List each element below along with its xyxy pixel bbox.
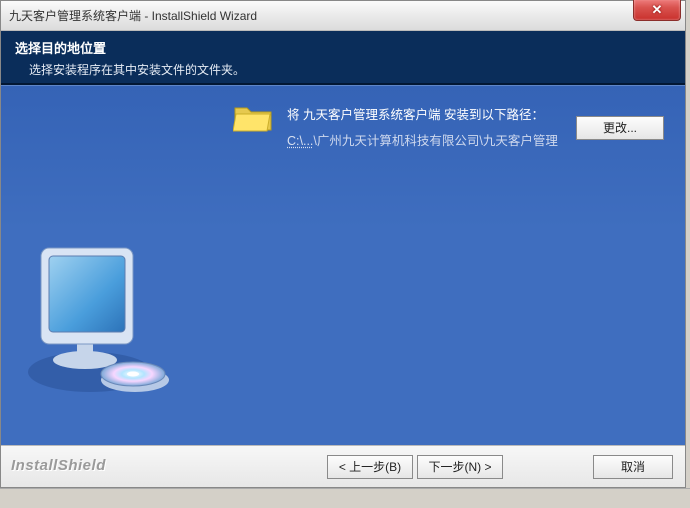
cancel-button[interactable]: 取消 <box>593 455 673 479</box>
title-bar: 九天客户管理系统客户端 - InstallShield Wizard ✕ <box>1 1 685 31</box>
change-path-button[interactable]: 更改... <box>576 116 664 140</box>
close-icon: ✕ <box>652 2 663 18</box>
install-path: C:\...\广州九天计算机科技有限公司\九天客户管理 <box>287 130 558 149</box>
computer-illustration <box>25 242 175 402</box>
installshield-brand: InstallShield <box>11 457 106 474</box>
window-title: 九天客户管理系统客户端 - InstallShield Wizard <box>9 7 257 24</box>
body-area: 将 九天客户管理系统客户端 安装到以下路径： C:\...\广州九天计算机科技有… <box>1 85 685 445</box>
step-subheading: 选择安装程序在其中安装文件的文件夹。 <box>15 61 671 78</box>
step-header: 选择目的地位置 选择安装程序在其中安装文件的文件夹。 <box>1 31 685 85</box>
close-button[interactable]: ✕ <box>633 0 681 21</box>
next-button[interactable]: 下一步(N) > <box>417 455 503 479</box>
path-prefix: C:\... <box>287 134 313 148</box>
footer-bar: InstallShield < 上一步(B) 下一步(N) > 取消 <box>1 445 685 487</box>
back-button[interactable]: < 上一步(B) <box>327 455 413 479</box>
step-heading: 选择目的地位置 <box>15 38 671 57</box>
path-rest: \广州九天计算机科技有限公司\九天客户管理 <box>313 134 557 148</box>
install-description: 将 九天客户管理系统客户端 安装到以下路径： <box>287 104 544 123</box>
installer-window: 九天客户管理系统客户端 - InstallShield Wizard ✕ 选择目… <box>0 0 686 488</box>
bottom-spacer <box>0 488 690 508</box>
folder-icon <box>233 102 273 134</box>
